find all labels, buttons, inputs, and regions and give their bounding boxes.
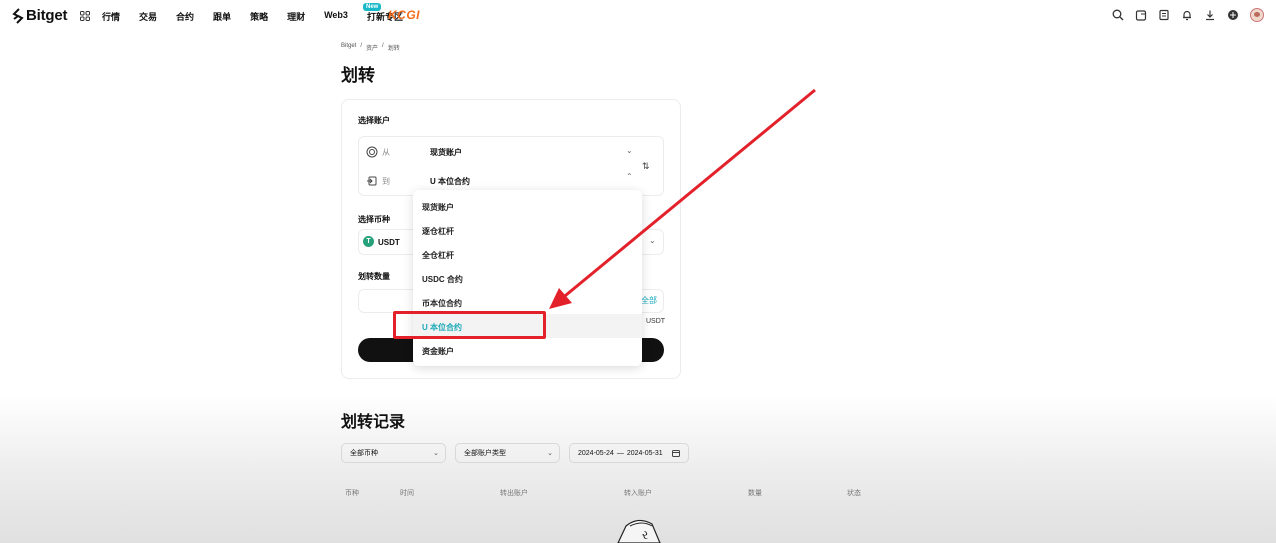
page-title: 划转 xyxy=(341,66,375,85)
search-icon[interactable] xyxy=(1112,9,1124,21)
empty-state-illustration-icon: ર xyxy=(617,519,661,543)
amount-label: 划转数量 xyxy=(358,272,390,281)
coin-filter[interactable]: 全部币种 ⌄ xyxy=(341,443,446,463)
date-range-picker[interactable]: 2024-05-24 — 2024-05-31 xyxy=(569,443,689,463)
coin-filter-value: 全部币种 xyxy=(350,450,378,457)
amount-unit: USDT xyxy=(646,318,666,325)
user-avatar[interactable] xyxy=(1250,8,1264,22)
nav-menu: 行情 交易 合约 跟单 策略 理财 Web3 打新专区 xyxy=(102,10,422,23)
column-to-account: 转入账户 xyxy=(624,490,652,497)
account-dropdown: 现货账户 逐仓杠杆 全仓杠杆 USDC 合约 币本位合约 U 本位合约 资金账户 xyxy=(413,190,642,366)
dropdown-option-usdc-futures[interactable]: USDC 合约 xyxy=(422,274,463,285)
orders-icon[interactable] xyxy=(1158,9,1170,21)
nav-item-copy[interactable]: 跟单 xyxy=(213,10,231,23)
breadcrumb-home[interactable]: Bitget xyxy=(341,43,356,52)
select-coin-label: 选择币种 xyxy=(358,215,390,224)
download-icon[interactable] xyxy=(1204,9,1216,21)
new-badge: New xyxy=(363,3,382,11)
date-separator: — xyxy=(616,449,624,457)
calendar-icon xyxy=(672,450,680,457)
nav-item-earn[interactable]: 理财 xyxy=(287,10,305,23)
chevron-down-icon[interactable]: ⌄ xyxy=(626,146,633,155)
from-label: 从 xyxy=(382,147,390,157)
dropdown-option-isolated-margin[interactable]: 逐仓杠杆 xyxy=(422,226,454,237)
account-type-filter-value: 全部账户类型 xyxy=(464,450,506,457)
to-account-value: U 本位合约 xyxy=(430,176,470,186)
records-title: 划转记录 xyxy=(341,414,406,431)
header-actions xyxy=(1101,8,1264,22)
chevron-up-icon[interactable]: ⌃ xyxy=(626,172,633,181)
bitget-logo-icon xyxy=(12,7,24,24)
swap-icon[interactable]: ⇅ xyxy=(642,161,650,172)
bell-icon[interactable] xyxy=(1181,9,1193,21)
breadcrumb-current: 划转 xyxy=(387,46,400,52)
to-arrow-icon xyxy=(367,176,377,186)
chevron-down-icon: ⌄ xyxy=(547,450,553,457)
nav-item-futures[interactable]: 合约 xyxy=(176,10,194,23)
svg-text:ર: ર xyxy=(642,528,648,542)
nav-item-trade[interactable]: 交易 xyxy=(139,10,157,23)
select-account-label: 选择账户 xyxy=(358,116,390,125)
column-coin: 币种 xyxy=(345,490,359,497)
from-account-value: 现货账户 xyxy=(430,147,462,157)
account-selector xyxy=(358,136,664,196)
breadcrumb: Bitget / 资产 / 划转 xyxy=(341,43,404,52)
from-account-row[interactable]: 从 现货账户 xyxy=(366,146,462,158)
top-nav: Bitget 行情 交易 合约 跟单 策略 理财 Web3 打新专区 New K… xyxy=(0,0,1276,32)
breadcrumb-assets[interactable]: 资产 xyxy=(366,43,378,52)
dropdown-option-funding[interactable]: 资金账户 xyxy=(422,346,454,357)
date-end: 2024-05-31 xyxy=(626,449,663,457)
brand-name: Bitget xyxy=(26,7,68,24)
globe-icon[interactable] xyxy=(1227,9,1239,21)
partner-logo[interactable]: KCGI xyxy=(388,8,420,22)
chevron-down-icon[interactable]: ⌄ xyxy=(649,236,656,245)
date-start: 2024-05-24 xyxy=(578,449,614,457)
brand-logo[interactable]: Bitget xyxy=(12,7,67,24)
dropdown-option-spot[interactable]: 现货账户 xyxy=(422,202,454,213)
account-type-filter[interactable]: 全部账户类型 ⌄ xyxy=(455,443,560,463)
nav-item-web3[interactable]: Web3 xyxy=(324,10,348,23)
all-amount-button[interactable]: 全部 xyxy=(641,295,657,306)
apps-grid-icon[interactable] xyxy=(80,11,90,21)
chevron-down-icon: ⌄ xyxy=(433,450,439,457)
annotation-highlight-box xyxy=(393,311,546,339)
dropdown-option-coin-futures[interactable]: 币本位合约 xyxy=(422,298,462,309)
column-amount: 数量 xyxy=(748,490,762,497)
column-time: 时间 xyxy=(400,490,414,497)
to-label: 到 xyxy=(382,176,390,186)
column-from-account: 转出账户 xyxy=(500,490,528,497)
nav-item-market[interactable]: 行情 xyxy=(102,10,120,23)
column-status: 状态 xyxy=(847,490,861,497)
wallet-icon[interactable] xyxy=(1135,9,1147,21)
tether-icon: T xyxy=(363,236,374,247)
breadcrumb-separator: / xyxy=(382,43,384,49)
from-target-icon xyxy=(366,146,378,158)
nav-item-strategy[interactable]: 策略 xyxy=(250,10,268,23)
dropdown-option-cross-margin[interactable]: 全仓杠杆 xyxy=(422,250,454,261)
breadcrumb-separator: / xyxy=(360,43,363,49)
coin-value: USDT xyxy=(378,238,400,247)
to-account-row[interactable]: 到 U 本位合约 xyxy=(366,175,470,187)
